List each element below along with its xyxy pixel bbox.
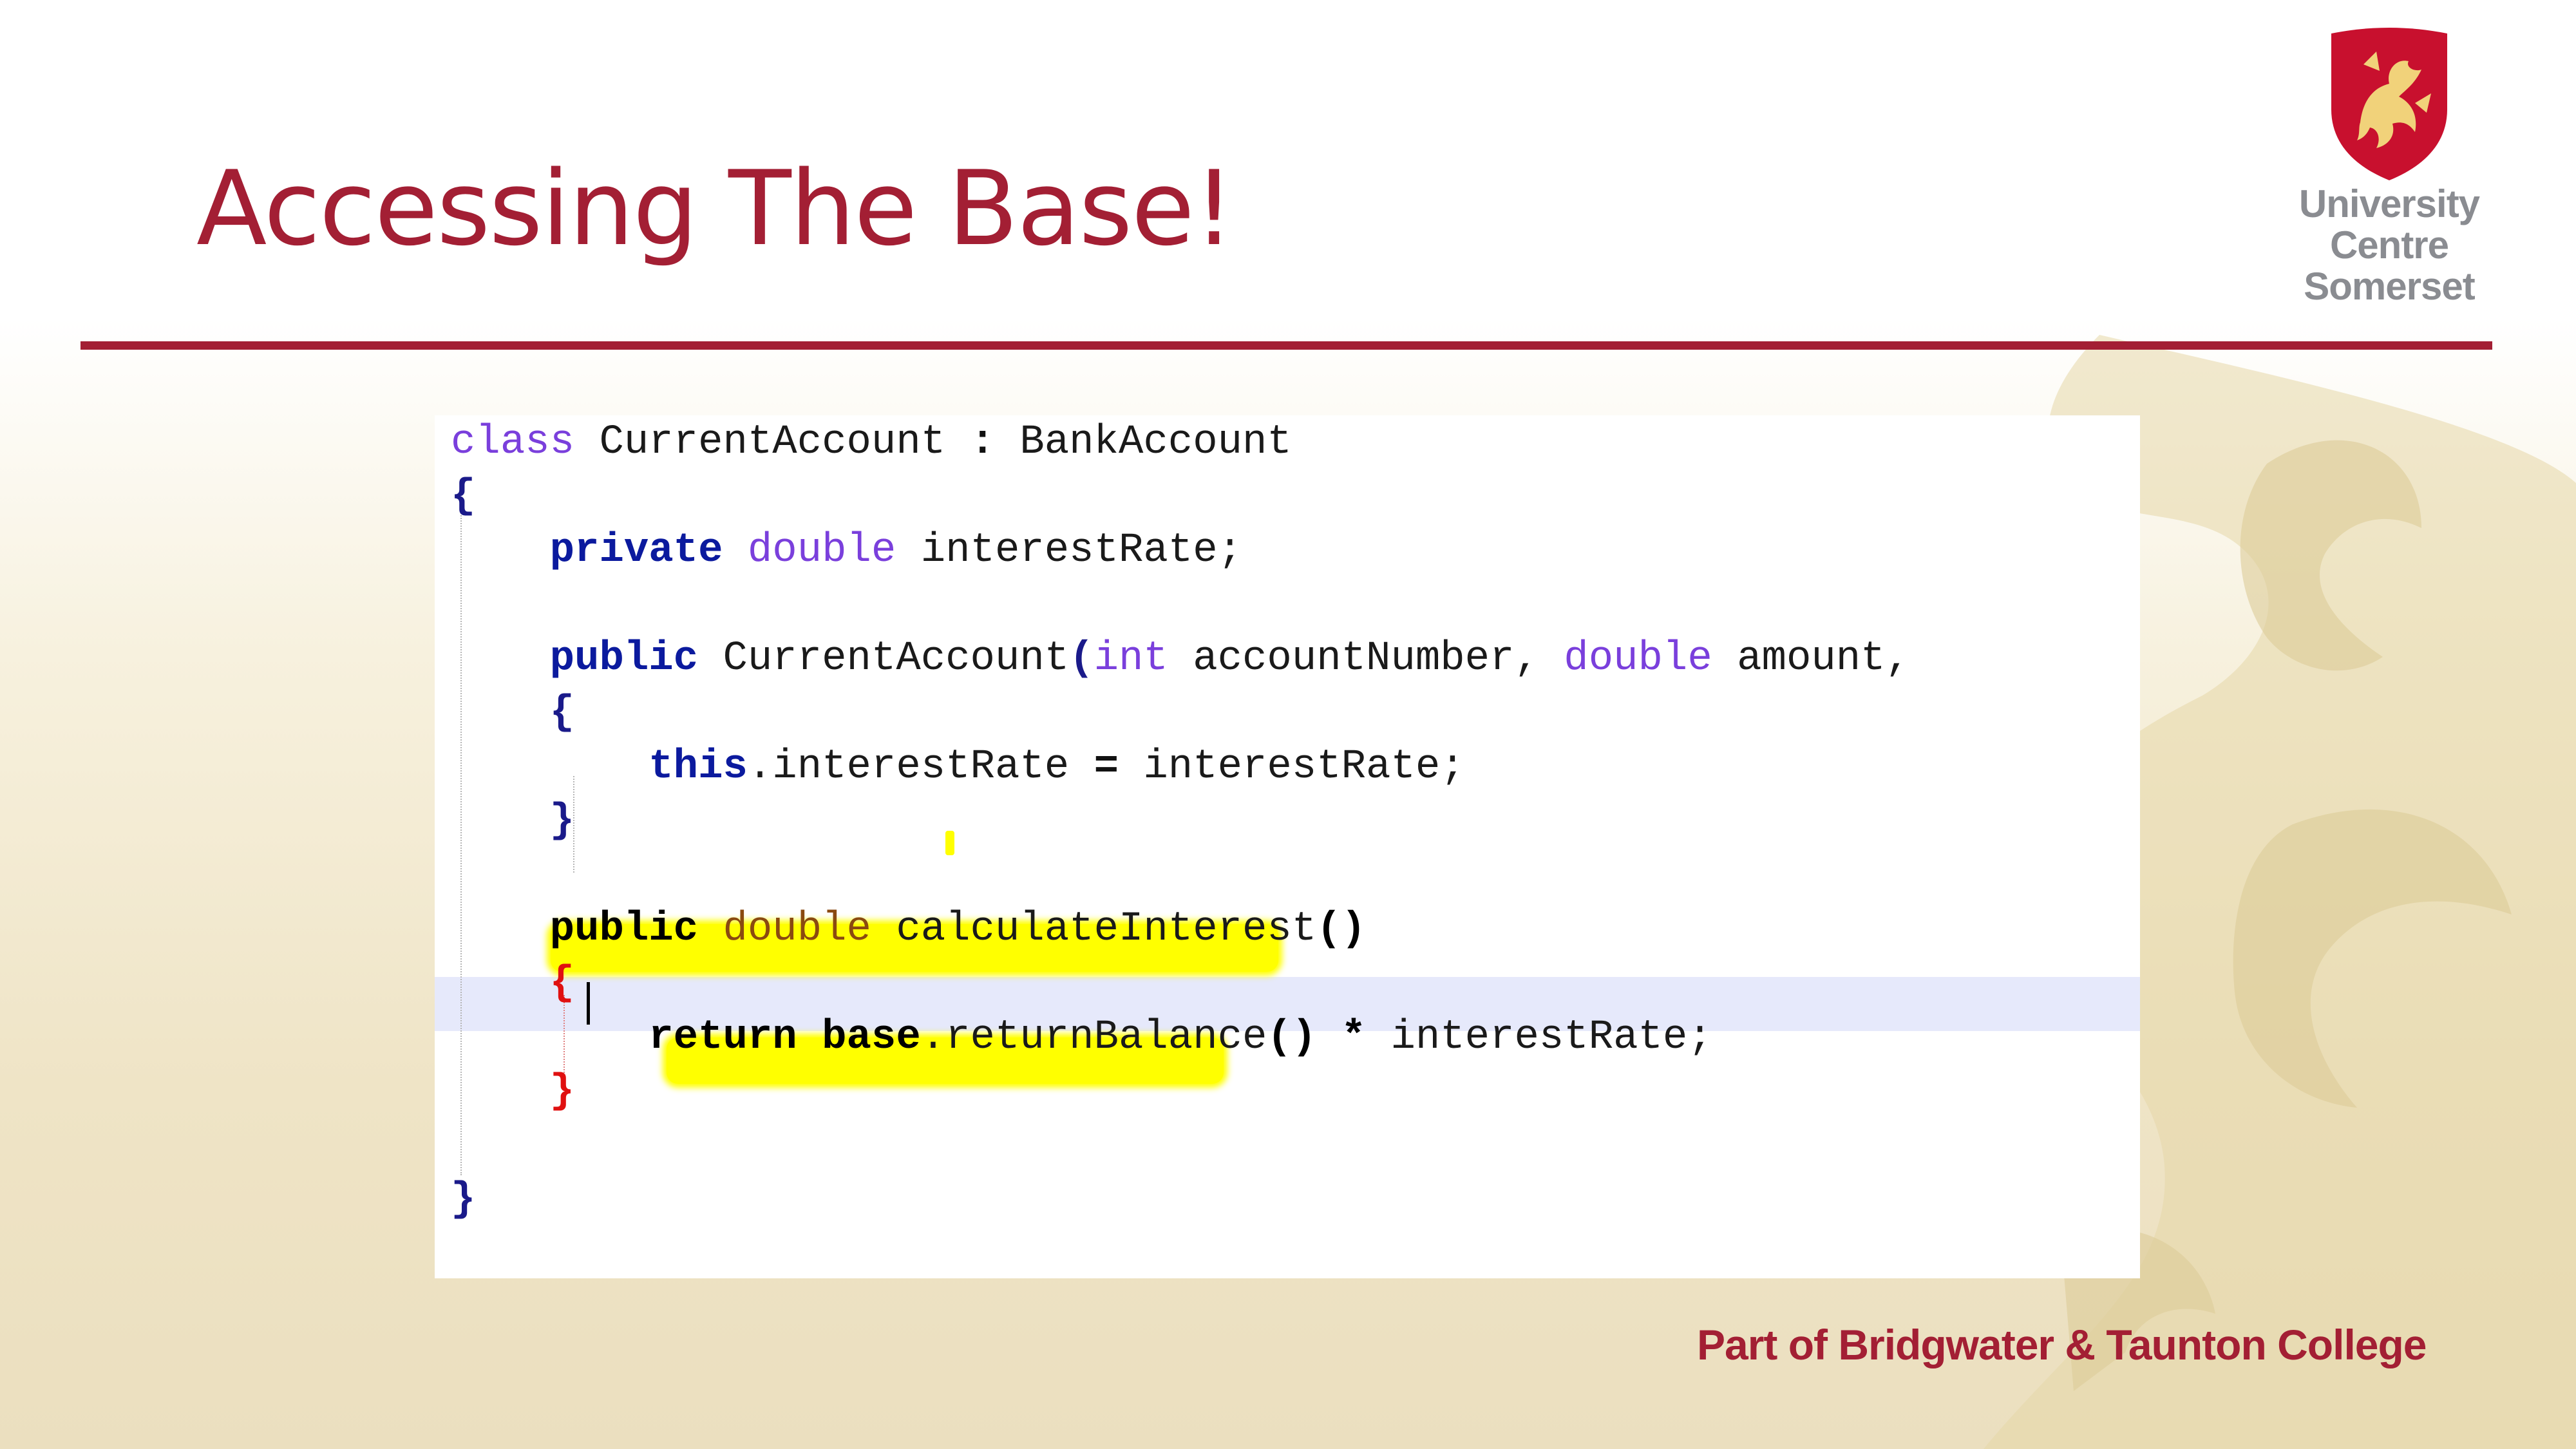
slide: Accessing The Base! University Centre So… bbox=[0, 0, 2576, 1449]
token: { bbox=[451, 473, 476, 520]
token: public bbox=[549, 636, 699, 682]
token: double bbox=[1564, 636, 1712, 682]
code-line-1[interactable]: class CurrentAccount : BankAccount bbox=[451, 415, 1292, 469]
token: * bbox=[1341, 1014, 1367, 1061]
code-line-12[interactable]: } bbox=[451, 1173, 475, 1227]
code-line-10[interactable]: return base.returnBalance() * interestRa… bbox=[451, 1010, 1712, 1065]
token: } bbox=[549, 1068, 575, 1115]
token: () bbox=[1316, 906, 1367, 952]
code-line-6[interactable]: this.interestRate = interestRate; bbox=[451, 740, 1465, 794]
token: CurrentAccount bbox=[599, 419, 946, 466]
token: calculateInterest bbox=[896, 906, 1317, 952]
token: } bbox=[549, 798, 575, 844]
token: amount, bbox=[1737, 636, 1910, 682]
token: base bbox=[822, 1014, 921, 1061]
crest-shield-icon bbox=[2331, 28, 2447, 180]
token: interestRate; bbox=[920, 527, 1242, 574]
token: : bbox=[970, 419, 995, 466]
token: public bbox=[549, 906, 699, 952]
token: double bbox=[723, 906, 871, 952]
token: ( bbox=[1069, 636, 1094, 682]
code-line-3[interactable]: private double interestRate; bbox=[451, 524, 1242, 578]
token: = bbox=[1094, 744, 1119, 790]
logo-line-somerset: Somerset bbox=[2304, 265, 2475, 308]
token: interestRate; bbox=[1143, 744, 1465, 790]
token: return bbox=[649, 1014, 797, 1061]
token: CurrentAccount bbox=[723, 636, 1070, 682]
token: accountNumber, bbox=[1193, 636, 1539, 682]
token: BankAccount bbox=[1019, 419, 1292, 466]
token: () bbox=[1267, 1014, 1317, 1061]
code-editor-panel[interactable]: class CurrentAccount : BankAccount { pri… bbox=[435, 415, 2140, 1278]
code-line-11[interactable]: } bbox=[451, 1065, 574, 1119]
token: private bbox=[549, 527, 723, 574]
highlight-mark bbox=[945, 831, 954, 855]
token: class bbox=[451, 419, 575, 466]
token: } bbox=[451, 1177, 476, 1223]
token: { bbox=[549, 960, 575, 1007]
code-line-9[interactable]: { bbox=[451, 956, 574, 1010]
slide-title: Accessing The Base! bbox=[196, 148, 1235, 269]
code-line-8[interactable]: public double calculateInterest() bbox=[451, 902, 1366, 956]
logo-line-centre: Centre bbox=[2329, 223, 2449, 267]
university-centre-somerset-logo: University Centre Somerset bbox=[2286, 26, 2492, 322]
logo-line-university: University bbox=[2298, 182, 2480, 225]
token: double bbox=[747, 527, 896, 574]
token: this bbox=[649, 744, 748, 790]
title-divider bbox=[80, 341, 2492, 350]
token: .interestRate bbox=[747, 744, 1070, 790]
token: { bbox=[549, 690, 575, 736]
token: int bbox=[1094, 636, 1168, 682]
code-line-7[interactable]: } bbox=[451, 794, 574, 848]
footer-college-text: Part of Bridgwater & Taunton College bbox=[1697, 1321, 2427, 1368]
token: interestRate; bbox=[1390, 1014, 1712, 1061]
token: .returnBalance bbox=[920, 1014, 1267, 1061]
code-line-4[interactable]: public CurrentAccount(int accountNumber,… bbox=[451, 632, 1910, 686]
code-line-5[interactable]: { bbox=[451, 686, 574, 740]
code-line-2[interactable]: { bbox=[451, 469, 475, 524]
